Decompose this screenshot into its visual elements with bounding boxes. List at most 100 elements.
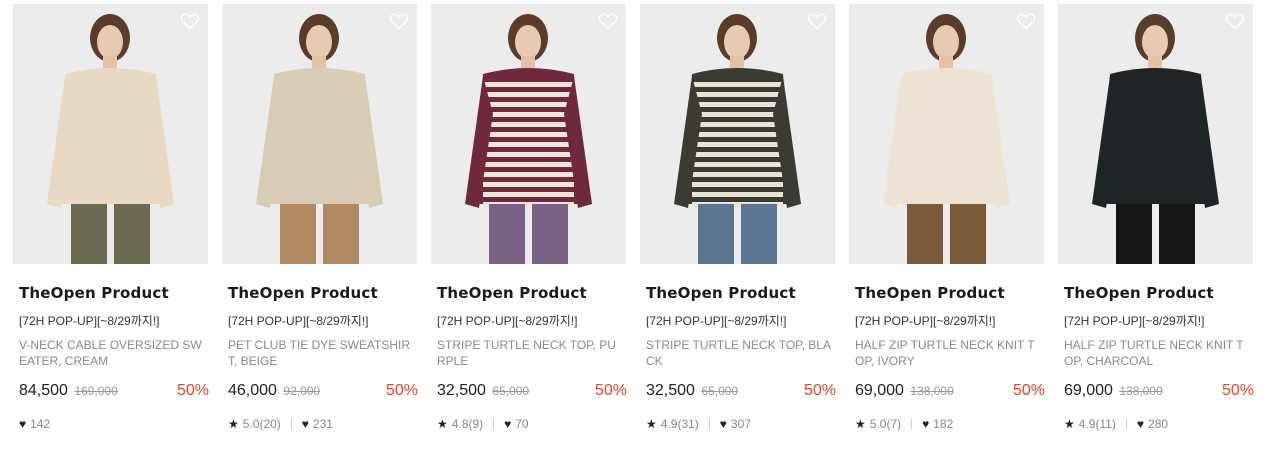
star-icon: ★ xyxy=(646,417,657,431)
likes-group: ♥ 182 xyxy=(922,417,953,431)
product-image[interactable] xyxy=(222,4,417,264)
review-meta: ★ 5.0(7) ♥ 182 xyxy=(855,417,953,431)
product-name[interactable]: STRIPE TURTLE NECK TOP, PURPLE xyxy=(437,337,623,369)
heart-icon: ♥ xyxy=(504,417,512,431)
brand-name[interactable]: TheOpen Product xyxy=(228,284,378,302)
wishlist-heart-icon[interactable] xyxy=(1225,12,1245,30)
promo-tag: [72H POP-UP][~8/29까지!] xyxy=(646,314,787,328)
likes-group: ♥ 307 xyxy=(720,417,751,431)
price-row: 32,500 65,000 50% xyxy=(437,382,627,404)
product-image[interactable] xyxy=(13,4,208,264)
product-card[interactable]: TheOpen Product [72H POP-UP][~8/29까지!] V… xyxy=(13,4,209,449)
rating-group: ★ 5.0(20) xyxy=(228,417,302,431)
discount-rate: 50% xyxy=(385,382,418,399)
product-image[interactable] xyxy=(849,4,1044,264)
star-icon: ★ xyxy=(228,417,239,431)
sale-price: 32,500 xyxy=(646,382,695,399)
price-row: 69,000 138,000 50% xyxy=(855,382,1045,404)
wishlist-heart-icon[interactable] xyxy=(389,12,409,30)
promo-tag: [72H POP-UP][~8/29까지!] xyxy=(437,314,578,328)
product-card[interactable]: TheOpen Product [72H POP-UP][~8/29까지!] P… xyxy=(222,4,418,449)
divider xyxy=(1125,419,1127,429)
discount-rate: 50% xyxy=(803,382,836,399)
original-price: 65,000 xyxy=(492,384,530,398)
star-icon: ★ xyxy=(855,417,866,431)
rating-value: 4.8(9) xyxy=(451,417,484,431)
discount-rate: 50% xyxy=(594,382,627,399)
rating-value: 5.0(7) xyxy=(869,417,902,431)
original-price: 65,000 xyxy=(701,384,739,398)
heart-icon: ♥ xyxy=(19,417,27,431)
price-row: 69,000 138,000 50% xyxy=(1064,382,1254,404)
heart-icon: ♥ xyxy=(922,417,930,431)
brand-name[interactable]: TheOpen Product xyxy=(437,284,587,302)
rating-value: 4.9(31) xyxy=(660,417,699,431)
likes-group: ♥ 142 xyxy=(19,417,50,431)
product-name[interactable]: HALF ZIP TURTLE NECK KNIT TOP, IVORY xyxy=(855,337,1041,369)
price-row: 46,000 92,000 50% xyxy=(228,382,418,404)
likes-count: 231 xyxy=(312,417,333,431)
product-image[interactable] xyxy=(431,4,626,264)
discount-rate: 50% xyxy=(176,382,209,399)
review-meta: ★ 4.9(31) ♥ 307 xyxy=(646,417,751,431)
product-card[interactable]: TheOpen Product [72H POP-UP][~8/29까지!] H… xyxy=(1058,4,1254,449)
discount-rate: 50% xyxy=(1012,382,1045,399)
star-icon: ★ xyxy=(1064,417,1075,431)
promo-tag: [72H POP-UP][~8/29까지!] xyxy=(228,314,369,328)
divider xyxy=(708,419,710,429)
product-card[interactable]: TheOpen Product [72H POP-UP][~8/29까지!] S… xyxy=(640,4,836,449)
rating-group: ★ 4.8(9) xyxy=(437,417,504,431)
review-meta: ♥ 142 xyxy=(19,417,50,431)
wishlist-heart-icon[interactable] xyxy=(807,12,827,30)
product-name[interactable]: STRIPE TURTLE NECK TOP, BLACK xyxy=(646,337,832,369)
divider xyxy=(493,419,495,429)
divider xyxy=(911,419,913,429)
star-icon: ★ xyxy=(437,417,448,431)
product-name[interactable]: V-NECK CABLE OVERSIZED SWEATER, CREAM xyxy=(19,337,205,369)
product-card[interactable]: TheOpen Product [72H POP-UP][~8/29까지!] H… xyxy=(849,4,1045,449)
sale-price: 32,500 xyxy=(437,382,486,399)
likes-count: 70 xyxy=(515,417,529,431)
heart-icon: ♥ xyxy=(1136,417,1145,431)
brand-name[interactable]: TheOpen Product xyxy=(855,284,1005,302)
likes-group: ♥ 231 xyxy=(302,417,333,431)
product-name[interactable]: PET CLUB TIE DYE SWEATSHIRT, BEIGE xyxy=(228,337,414,369)
likes-count: 182 xyxy=(933,417,954,431)
original-price: 138,000 xyxy=(1119,384,1163,398)
original-price: 92,000 xyxy=(283,384,321,398)
likes-count: 280 xyxy=(1148,417,1169,431)
rating-value: 5.0(20) xyxy=(242,417,281,431)
heart-icon: ♥ xyxy=(301,417,309,431)
product-image[interactable] xyxy=(640,4,835,264)
likes-count: 307 xyxy=(730,417,751,431)
brand-name[interactable]: TheOpen Product xyxy=(646,284,796,302)
sale-price: 69,000 xyxy=(1064,382,1113,399)
divider xyxy=(290,419,292,429)
product-image[interactable] xyxy=(1058,4,1253,264)
rating-group: ★ 5.0(7) xyxy=(855,417,922,431)
likes-count: 142 xyxy=(30,417,51,431)
discount-rate: 50% xyxy=(1221,382,1254,399)
wishlist-heart-icon[interactable] xyxy=(1016,12,1036,30)
rating-value: 4.9(11) xyxy=(1078,417,1116,431)
heart-icon: ♥ xyxy=(719,417,727,431)
rating-group: ★ 4.9(11) xyxy=(1064,417,1137,431)
product-name[interactable]: HALF ZIP TURTLE NECK KNIT TOP, CHARCOAL xyxy=(1064,337,1250,369)
review-meta: ★ 4.8(9) ♥ 70 xyxy=(437,417,529,431)
promo-tag: [72H POP-UP][~8/29까지!] xyxy=(19,314,160,328)
sale-price: 84,500 xyxy=(19,382,68,399)
sale-price: 69,000 xyxy=(855,382,904,399)
wishlist-heart-icon[interactable] xyxy=(180,12,200,30)
brand-name[interactable]: TheOpen Product xyxy=(1064,284,1214,302)
product-grid: TheOpen Product [72H POP-UP][~8/29까지!] V… xyxy=(0,0,1267,455)
sale-price: 46,000 xyxy=(228,382,277,399)
original-price: 169,000 xyxy=(74,384,118,398)
likes-group: ♥ 70 xyxy=(504,417,528,431)
review-meta: ★ 4.9(11) ♥ 280 xyxy=(1064,417,1168,431)
wishlist-heart-icon[interactable] xyxy=(598,12,618,30)
promo-tag: [72H POP-UP][~8/29까지!] xyxy=(855,314,996,328)
product-card[interactable]: TheOpen Product [72H POP-UP][~8/29까지!] S… xyxy=(431,4,627,449)
brand-name[interactable]: TheOpen Product xyxy=(19,284,169,302)
review-meta: ★ 5.0(20) ♥ 231 xyxy=(228,417,333,431)
promo-tag: [72H POP-UP][~8/29까지!] xyxy=(1064,314,1205,328)
